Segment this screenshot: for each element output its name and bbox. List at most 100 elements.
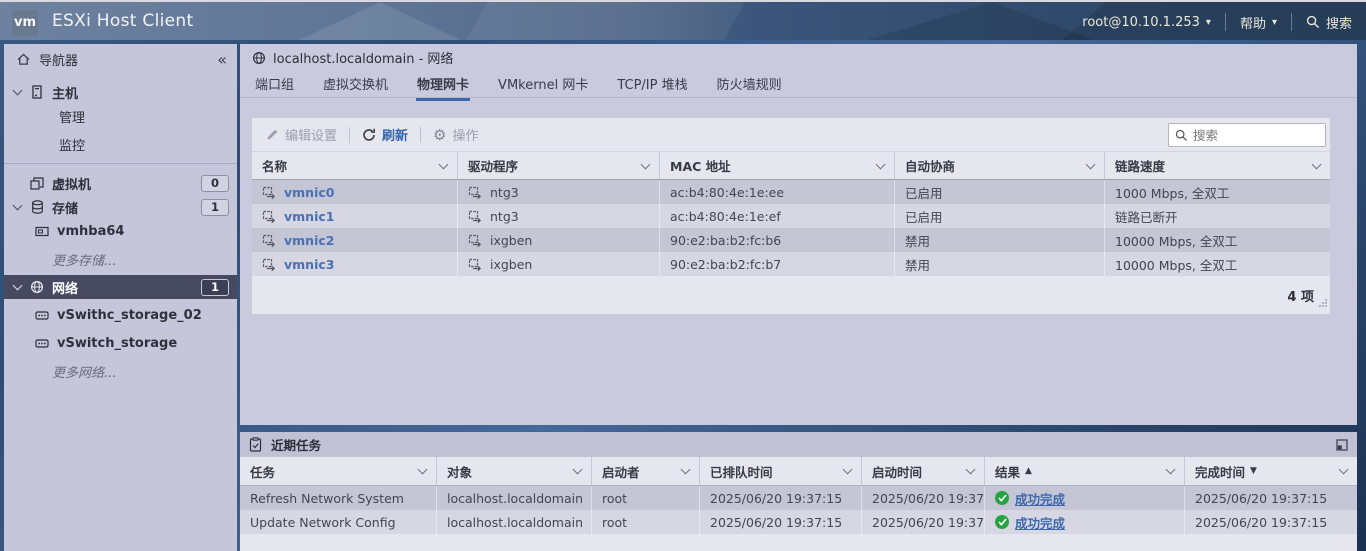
tab-virtual-switches[interactable]: 虚拟交换机 <box>322 71 389 98</box>
column-header-autoneg[interactable]: 自动协商 <box>895 152 1105 179</box>
chevron-down-icon <box>876 159 886 169</box>
column-header-queued[interactable]: 已排队时间 <box>700 457 862 485</box>
column-header-driver[interactable]: 驱动程序 <box>458 152 660 179</box>
sidebar-item-vswitch-storage-02[interactable]: vSwithc_storage_02 <box>4 303 237 327</box>
sidebar-item-vswitch-storage[interactable]: vSwitch_storage <box>4 331 237 355</box>
divider <box>1225 13 1226 31</box>
chevron-down-icon <box>418 465 428 475</box>
tab-physical-nics[interactable]: 物理网卡 <box>416 71 470 101</box>
initiator-cell: root <box>592 510 700 534</box>
global-search-label: 搜索 <box>1326 13 1352 32</box>
storage-icon <box>29 199 45 215</box>
column-header-name[interactable]: 名称 <box>252 152 458 179</box>
sidebar-item-label: 更多存储... <box>52 250 116 269</box>
sidebar-item-virtual-machines[interactable]: 虚拟机 0 <box>4 171 237 195</box>
storage-adapter-icon <box>34 223 50 239</box>
success-check-icon <box>995 491 1009 505</box>
collapse-sidebar-button[interactable]: « <box>217 50 227 69</box>
nic-icon <box>468 210 483 223</box>
result-link[interactable]: 成功完成 <box>1015 513 1065 532</box>
task-row[interactable]: Refresh Network System localhost.localdo… <box>240 486 1357 510</box>
result-link[interactable]: 成功完成 <box>1015 489 1065 508</box>
driver-cell: ixgben <box>490 233 532 248</box>
refresh-button[interactable]: 刷新 <box>362 125 408 144</box>
driver-cell: ntg3 <box>490 209 519 224</box>
divider <box>1291 13 1292 31</box>
autoneg-cell: 禁用 <box>895 228 1105 252</box>
vmnic-link[interactable]: vmnic3 <box>284 257 334 272</box>
actions-button[interactable]: ⚙ 操作 <box>433 125 478 144</box>
task-row[interactable]: Update Network Config localhost.localdom… <box>240 510 1357 534</box>
sidebar-item-label: vSwitch_storage <box>57 336 177 351</box>
target-cell: localhost.localdomain <box>437 510 592 534</box>
chevron-down-icon: ▾ <box>1272 17 1277 28</box>
nic-icon <box>468 258 483 271</box>
edit-settings-button[interactable]: 编辑设置 <box>266 125 337 144</box>
chevron-down-icon <box>1166 465 1176 475</box>
chevron-down-icon <box>843 465 853 475</box>
mac-cell: ac:b4:80:4e:1e:ee <box>660 180 895 204</box>
vmware-logo: vm <box>12 10 38 36</box>
completed-cell: 2025/06/20 19:37:15 <box>1185 486 1357 510</box>
column-header-mac[interactable]: MAC 地址 <box>660 152 895 179</box>
tab-firewall-rules[interactable]: 防火墙规则 <box>716 71 783 98</box>
app-title: ESXi Host Client <box>52 11 193 31</box>
chevron-down-icon <box>13 201 23 211</box>
initiator-cell: root <box>592 486 700 510</box>
chevron-down-icon <box>1086 159 1096 169</box>
page-title: localhost.localdomain - 网络 <box>273 48 453 67</box>
table-row[interactable]: vmnic0 ntg3 ac:b4:80:4e:1e:ee 已启用 1000 M… <box>252 180 1330 204</box>
user-menu[interactable]: root@10.10.1.253 ▾ <box>1082 15 1211 30</box>
sidebar-item-networking[interactable]: 网络 1 <box>4 275 237 299</box>
vmnic-link[interactable]: vmnic1 <box>284 209 334 224</box>
sidebar-item-vmhba64[interactable]: vmhba64 <box>4 219 237 243</box>
search-input[interactable] <box>1193 128 1303 143</box>
item-count: 4 项 <box>1287 286 1314 305</box>
sidebar-item-storage[interactable]: 存储 1 <box>4 195 237 219</box>
tab-vmkernel-nics[interactable]: VMkernel 网卡 <box>497 71 589 98</box>
tab-bar: 端口组 虚拟交换机 物理网卡 VMkernel 网卡 TCP/IP 堆栈 防火墙… <box>240 71 1357 98</box>
vmnic-link[interactable]: vmnic0 <box>284 185 334 200</box>
column-header-task[interactable]: 任务 <box>240 457 437 485</box>
sidebar-item-label: vmhba64 <box>57 224 124 239</box>
sidebar-item-more-storage[interactable]: 更多存储... <box>4 247 237 271</box>
tasks-clipboard-icon <box>249 437 262 452</box>
popout-icon[interactable] <box>1336 439 1348 451</box>
column-header-target[interactable]: 对象 <box>437 457 592 485</box>
speed-cell: 链路已断开 <box>1105 204 1330 228</box>
sidebar-item-label: 虚拟机 <box>52 174 91 193</box>
grid-toolbar: 编辑设置 刷新 ⚙ 操作 <box>252 118 1330 152</box>
column-header-result[interactable]: 结果▲ <box>985 457 1185 485</box>
column-header-started[interactable]: 启动时间 <box>862 457 985 485</box>
topbar-facet <box>860 2 1100 40</box>
sidebar-item-more-networks[interactable]: 更多网络... <box>4 359 237 383</box>
sidebar-item-manage[interactable]: 管理 <box>4 104 237 128</box>
column-header-initiator[interactable]: 启动者 <box>592 457 700 485</box>
tab-port-groups[interactable]: 端口组 <box>254 71 295 98</box>
table-row[interactable]: vmnic3 ixgben 90:e2:ba:b2:fc:b7 禁用 10000… <box>252 252 1330 276</box>
mac-cell: 90:e2:ba:b2:fc:b7 <box>660 252 895 276</box>
help-menu[interactable]: 帮助 ▾ <box>1240 13 1277 32</box>
task-cell: Refresh Network System <box>240 486 437 510</box>
queued-cell: 2025/06/20 19:37:15 <box>700 486 862 510</box>
resize-grip[interactable] <box>1319 295 1327 310</box>
recent-tasks-panel: 近期任务 任务 对象 启动者 已排队时间 启动时间 结果▲ 完成时间▼ Refr… <box>240 432 1357 551</box>
user-menu-label: root@10.10.1.253 <box>1082 15 1200 30</box>
column-header-speed[interactable]: 链路速度 <box>1105 152 1330 179</box>
global-search-button[interactable]: 搜索 <box>1306 13 1352 32</box>
table-row[interactable]: vmnic1 ntg3 ac:b4:80:4e:1e:ef 已启用 链路已断开 <box>252 204 1330 228</box>
tasks-panel-title: 近期任务 <box>271 435 321 454</box>
chevron-down-icon <box>13 281 23 291</box>
nic-icon <box>262 234 277 247</box>
chevron-down-icon <box>1339 465 1349 475</box>
navigator-sidebar: 导航器 « 主机 管理 监控 虚拟机 0 存储 1 vmhba64 <box>4 44 237 551</box>
vmnic-link[interactable]: vmnic2 <box>284 233 334 248</box>
column-header-completed[interactable]: 完成时间▼ <box>1185 457 1357 485</box>
table-row[interactable]: vmnic2 ixgben 90:e2:ba:b2:fc:b6 禁用 10000… <box>252 228 1330 252</box>
tab-tcpip-stacks[interactable]: TCP/IP 堆栈 <box>616 71 688 98</box>
topbar-facet <box>465 2 745 40</box>
sidebar-item-monitor[interactable]: 监控 <box>4 132 237 156</box>
sidebar-item-host[interactable]: 主机 <box>4 80 237 104</box>
help-menu-label: 帮助 <box>1240 13 1266 32</box>
table-header: 名称 驱动程序 MAC 地址 自动协商 链路速度 <box>252 152 1330 180</box>
